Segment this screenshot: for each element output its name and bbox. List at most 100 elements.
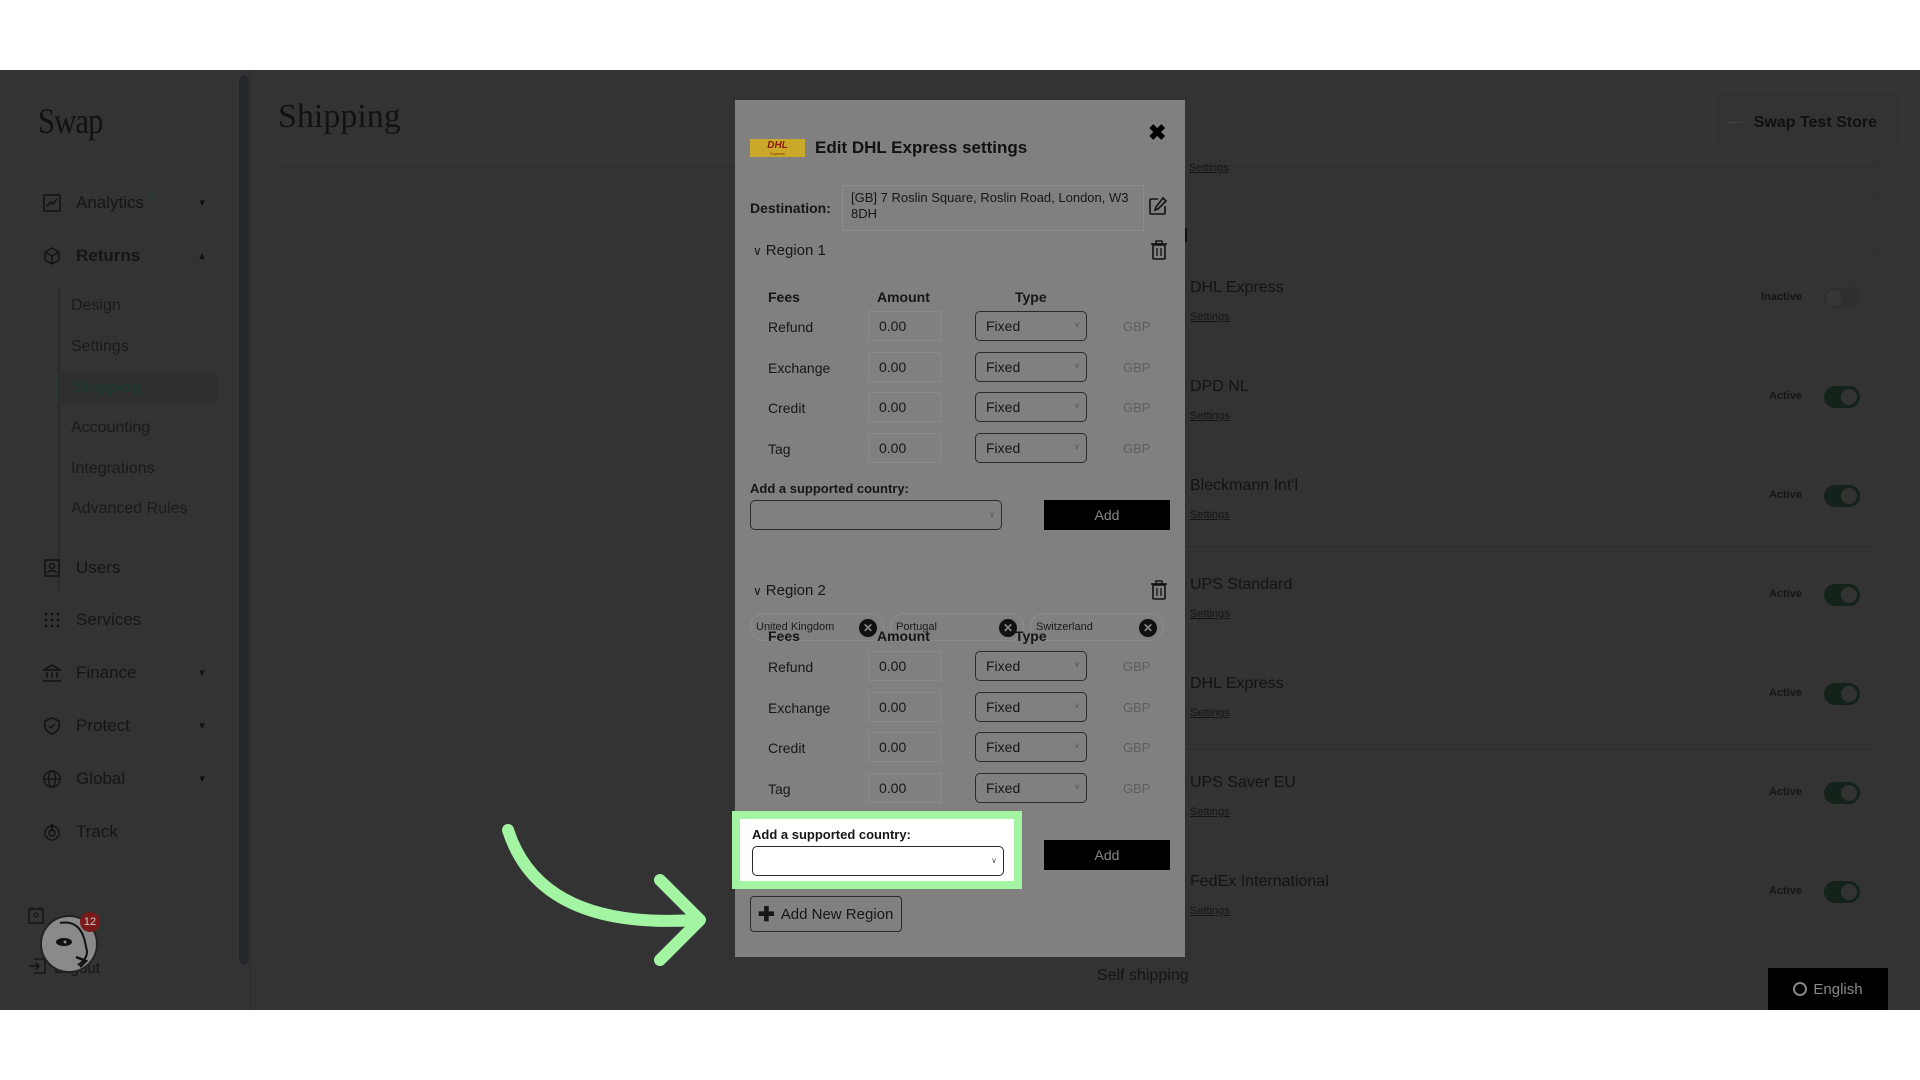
- carrier-toggle[interactable]: [1824, 683, 1860, 705]
- sidebar-subitem-integrations[interactable]: Integrations: [71, 454, 155, 484]
- fees-header: Fees: [768, 289, 800, 305]
- carrier-toggle[interactable]: [1824, 485, 1860, 507]
- amount-input[interactable]: 0.00: [868, 732, 941, 762]
- carrier-settings-link[interactable]: Settings: [1190, 608, 1230, 620]
- type-select[interactable]: Fixed ∨: [975, 392, 1087, 422]
- currency-label: GBP: [1123, 700, 1151, 715]
- amount-input[interactable]: 0.00: [868, 392, 941, 422]
- carrier-name: UPS Saver EU: [1190, 774, 1296, 791]
- chevron-down-icon: ∨: [753, 583, 762, 598]
- store-selector[interactable]: Swap Test Store: [1718, 95, 1898, 150]
- carrier-settings-link[interactable]: Settings: [1190, 707, 1230, 719]
- carrier-card: FedEx International Settings Active: [1185, 848, 1875, 943]
- type-select[interactable]: Fixed ∨: [975, 773, 1087, 803]
- type-header: Type: [1015, 289, 1047, 305]
- carrier-name: DPD NL: [1190, 378, 1249, 395]
- edit-icon[interactable]: [1148, 196, 1168, 221]
- add-region-label: Add New Region: [780, 905, 894, 923]
- carrier-settings-link[interactable]: Settings: [1190, 311, 1230, 323]
- sidebar-item-users[interactable]: Users: [42, 553, 207, 583]
- carrier-toggle[interactable]: [1824, 386, 1860, 408]
- add-country-label: Add a supported country:: [752, 827, 911, 842]
- amount-input[interactable]: 0.00: [868, 651, 941, 681]
- fee-label: Tag: [768, 441, 791, 457]
- type-select[interactable]: Fixed ∨: [975, 651, 1087, 681]
- remove-icon[interactable]: ✕: [859, 619, 877, 637]
- type-select[interactable]: Fixed ∨: [975, 692, 1087, 722]
- select-value: Fixed: [986, 399, 1021, 415]
- sidebar-scrollbar[interactable]: [239, 75, 249, 965]
- sidebar-subitem-advanced-rules[interactable]: Advanced Rules: [71, 494, 188, 524]
- sidebar-item-returns[interactable]: Returns ▲: [42, 241, 207, 271]
- fees-header: Fees: [768, 628, 800, 644]
- sidebar-subitem-accounting[interactable]: Accounting: [71, 413, 150, 443]
- carrier-card: [1185, 170, 1875, 195]
- sidebar-item-services[interactable]: Services: [42, 605, 207, 635]
- currency-label: GBP: [1123, 319, 1151, 334]
- carrier-toggle[interactable]: [1824, 782, 1860, 804]
- amount-input[interactable]: 0.00: [868, 692, 941, 722]
- chevron-up-icon: ▲: [197, 250, 207, 262]
- trash-icon[interactable]: [1150, 240, 1168, 265]
- carrier-settings-link[interactable]: Settings: [1190, 905, 1230, 917]
- add-country-button[interactable]: Add: [1044, 500, 1170, 530]
- add-new-region-button[interactable]: ✚ Add New Region: [750, 896, 902, 932]
- sidebar-item-analytics[interactable]: Analytics ✦ ▼: [42, 188, 207, 218]
- brand-logo[interactable]: Swap: [38, 100, 103, 142]
- sidebar-item-global[interactable]: Global ▼: [42, 764, 207, 794]
- destination-field: [GB] 7 Roslin Square, Roslin Road, Londo…: [842, 185, 1144, 231]
- type-select[interactable]: Fixed ∨: [975, 311, 1087, 341]
- main-divider: [250, 70, 251, 1010]
- carrier-settings-link[interactable]: Settings: [1190, 509, 1230, 521]
- sidebar-item-track[interactable]: Track: [42, 817, 207, 847]
- add-country-button[interactable]: Add: [1044, 840, 1170, 870]
- highlight-box: Add a supported country: ∨: [732, 811, 1022, 889]
- chevron-down-icon: ∨: [753, 243, 762, 258]
- carrier-toggle[interactable]: [1824, 287, 1860, 309]
- country-select[interactable]: ∨: [752, 846, 1004, 876]
- type-select[interactable]: Fixed ∨: [975, 732, 1087, 762]
- sidebar-item-protect[interactable]: Protect ▼: [42, 711, 207, 741]
- type-select[interactable]: Fixed ∨: [975, 433, 1087, 463]
- currency-label: GBP: [1123, 400, 1151, 415]
- dhl-logo: DHL Express: [750, 139, 805, 157]
- sidebar-subitem-shipping[interactable]: Shipping: [58, 373, 218, 403]
- chevron-down-icon: ∨: [1074, 320, 1080, 329]
- carrier-name: DHL Express: [1190, 675, 1284, 692]
- region-2-toggle[interactable]: ∨ Region 2: [753, 582, 826, 599]
- carrier-settings-link[interactable]: Settings: [1190, 806, 1230, 818]
- amount-input[interactable]: 0.00: [868, 352, 941, 382]
- remove-icon[interactable]: ✕: [1139, 619, 1157, 637]
- carrier-toggle[interactable]: [1824, 584, 1860, 606]
- currency-label: GBP: [1123, 441, 1151, 456]
- sidebar-item-finance[interactable]: Finance ▼: [42, 658, 207, 688]
- language-button[interactable]: English: [1768, 968, 1888, 1010]
- country-select[interactable]: ∨: [750, 500, 1002, 530]
- amount-input[interactable]: 0.00: [868, 433, 941, 463]
- close-icon[interactable]: ✖: [1148, 122, 1166, 144]
- amount-input[interactable]: 0.00: [868, 773, 941, 803]
- carrier-card: DHL Express Settings Active: [1185, 650, 1875, 745]
- chevron-down-icon: ∨: [1074, 741, 1080, 750]
- carrier-toggle[interactable]: [1824, 881, 1860, 903]
- type-select[interactable]: Fixed ∨: [975, 352, 1087, 382]
- sidebar-guide-link[interactable]: [28, 906, 44, 928]
- region-1-toggle[interactable]: ∨ Region 1: [753, 242, 826, 259]
- chevron-down-icon: ∨: [991, 856, 997, 865]
- chevron-down-icon: ∨: [1074, 442, 1080, 451]
- carrier-settings-link[interactable]: Settings: [1190, 410, 1230, 422]
- select-value: Fixed: [986, 739, 1021, 755]
- carrier-card: DHL Express Settings Inactive: [1185, 254, 1875, 349]
- trash-icon[interactable]: [1150, 580, 1168, 605]
- box-icon: [42, 246, 62, 266]
- amount-header: Amount: [877, 628, 930, 644]
- sidebar-subitem-settings[interactable]: Settings: [71, 332, 129, 362]
- sidebar-subitem-design[interactable]: Design: [71, 291, 121, 321]
- amount-input[interactable]: 0.00: [868, 311, 941, 341]
- user-card-icon: [42, 558, 62, 578]
- grid-dots-icon: [42, 610, 62, 630]
- submenu-rail: [58, 288, 60, 590]
- carrier-card: UPS Standard Settings Active: [1185, 551, 1875, 646]
- chevron-down-icon: ∨: [1074, 401, 1080, 410]
- modal-title: Edit DHL Express settings: [815, 138, 1028, 157]
